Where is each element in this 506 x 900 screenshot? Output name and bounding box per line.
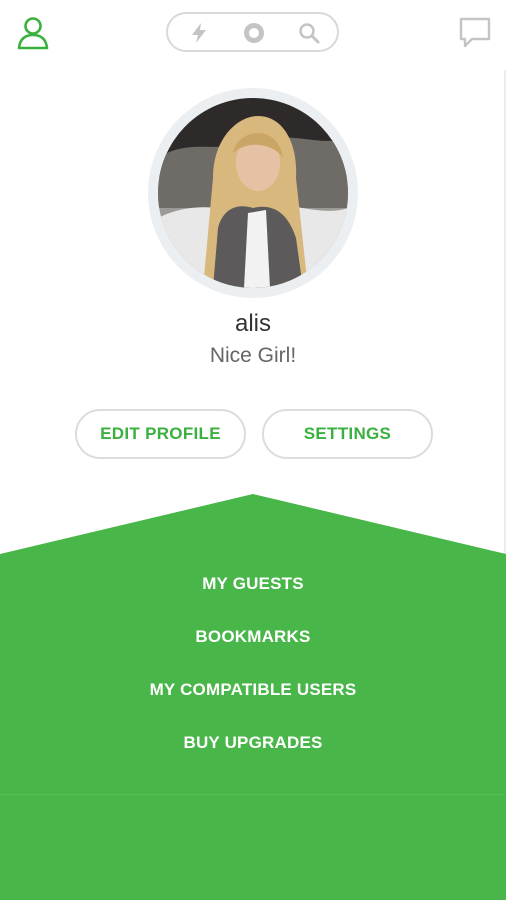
settings-button[interactable]: SETTINGS [262, 409, 433, 459]
avatar-photo [158, 98, 348, 288]
avatar [158, 98, 348, 288]
menu-item-my-guests[interactable]: MY GUESTS [0, 556, 506, 609]
menu-divider [0, 794, 506, 795]
menu-item-buy-upgrades[interactable]: BUY UPGRADES [0, 715, 506, 768]
user-icon [17, 17, 49, 50]
menu-item-my-compatible-users[interactable]: MY COMPATIBLE USERS [0, 662, 506, 715]
menu-item-bookmarks[interactable]: BOOKMARKS [0, 609, 506, 662]
nav-search-button[interactable] [298, 22, 320, 44]
profile-status: Nice Girl! [209, 344, 297, 367]
record-icon [244, 23, 264, 43]
chat-icon [459, 17, 491, 48]
profile-username: alis [234, 310, 271, 337]
profile-tab-button[interactable] [14, 14, 52, 52]
bolt-icon [192, 23, 206, 43]
profile-menu: MY GUESTS BOOKMARKS MY COMPATIBLE USERS … [0, 556, 506, 795]
edit-profile-button[interactable]: EDIT PROFILE [75, 409, 246, 459]
nav-activity-button[interactable] [188, 22, 210, 44]
nav-segmented-control [166, 12, 339, 52]
search-icon [299, 23, 320, 44]
avatar-frame[interactable] [148, 88, 358, 298]
top-bar [0, 0, 506, 70]
messages-button[interactable] [458, 15, 492, 49]
nav-record-button[interactable] [243, 22, 265, 44]
